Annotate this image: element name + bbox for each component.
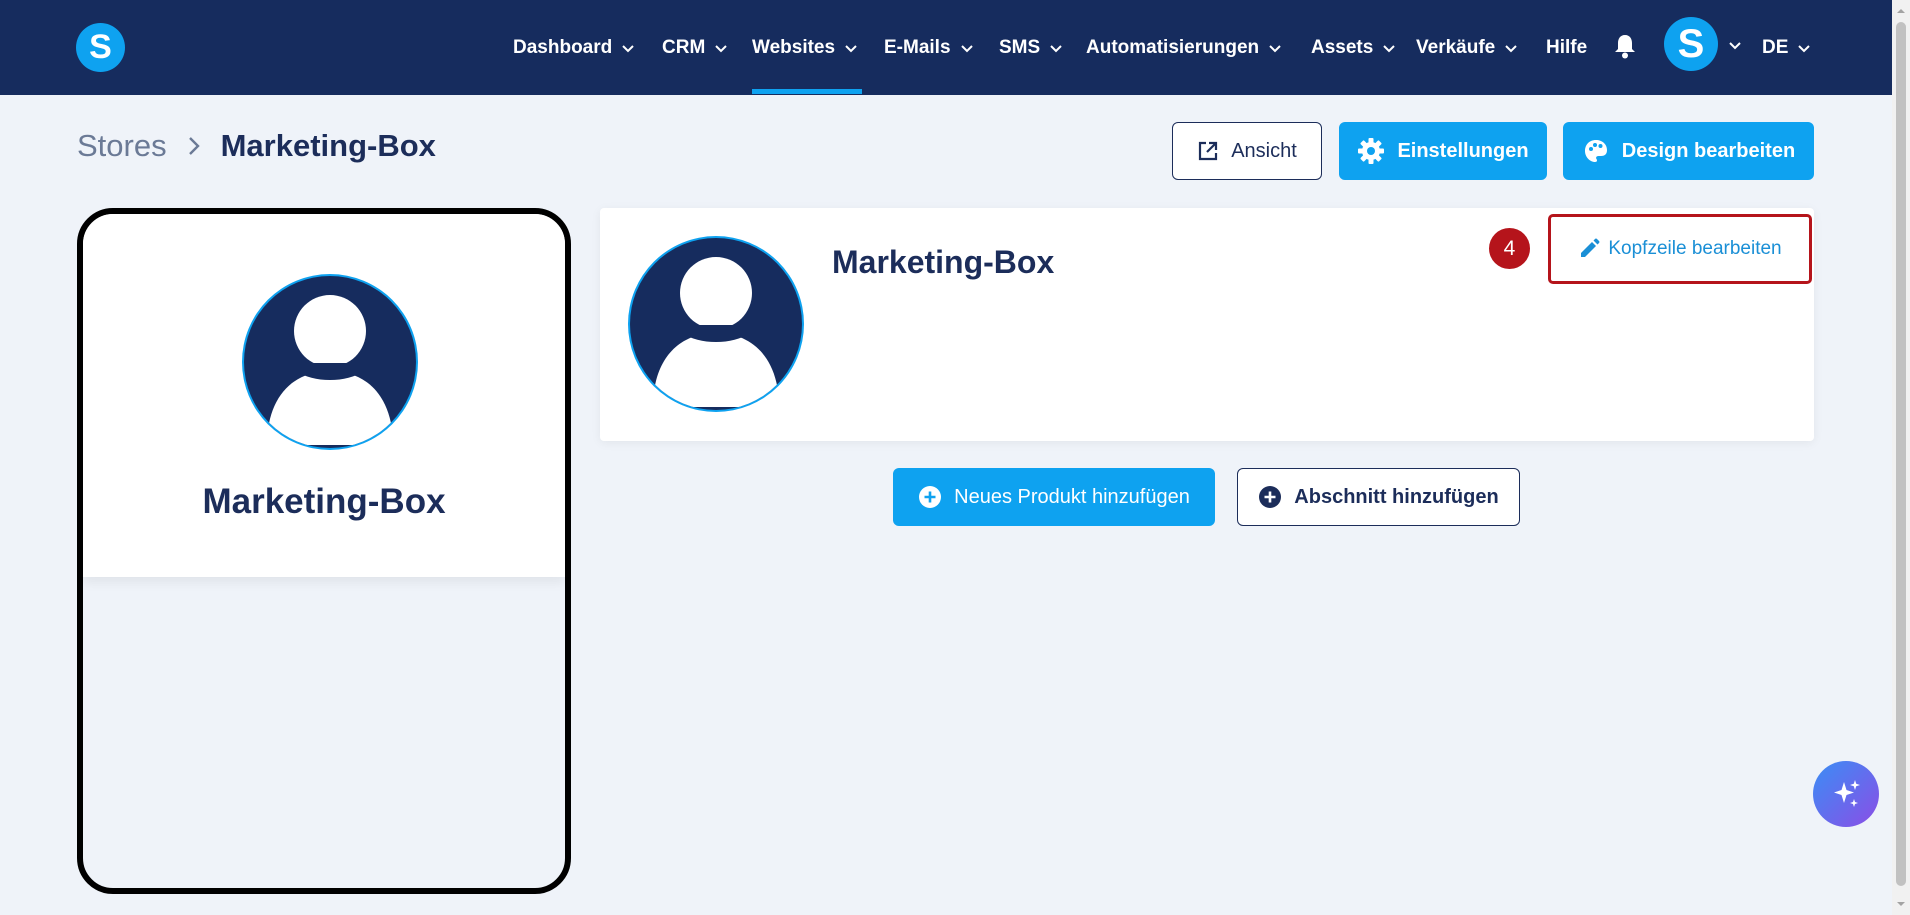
chevron-down-icon	[1050, 44, 1062, 52]
plus-circle-icon	[1259, 486, 1282, 508]
chevron-down-icon	[960, 44, 973, 52]
add-product-button-label: Neues Produkt hinzufügen	[954, 485, 1190, 508]
add-section-button[interactable]: Abschnitt hinzufügen	[1237, 468, 1520, 526]
mobile-preview-frame: Marketing-Box	[77, 208, 571, 894]
chevron-down-icon	[715, 44, 727, 52]
nav-item-emails[interactable]: E-Mails	[884, 0, 974, 95]
nav-item-crm[interactable]: CRM	[662, 0, 728, 95]
bell-icon[interactable]	[1613, 33, 1637, 59]
gear-icon	[1358, 138, 1385, 164]
sparkles-icon	[1834, 780, 1860, 807]
nav-item-verkaeufe[interactable]: Verkäufe	[1416, 0, 1518, 95]
store-title: Marketing-Box	[832, 244, 1055, 280]
scroll-up-arrow-icon[interactable]	[1896, 6, 1906, 16]
chevron-down-icon	[845, 44, 857, 52]
language-selector[interactable]: DE	[1762, 0, 1811, 95]
nav-item-label: Websites	[752, 36, 836, 58]
breadcrumb-parent-link[interactable]: Stores	[77, 128, 167, 164]
nav-item-hilfe[interactable]: Hilfe	[1546, 0, 1587, 95]
mobile-preview-header: Marketing-Box	[83, 214, 565, 577]
view-button-label: Ansicht	[1231, 139, 1297, 162]
store-header-card: Marketing-Box 4 Kopfzeile bearbeiten	[600, 208, 1814, 441]
breadcrumb-current: Marketing-Box	[220, 128, 436, 163]
chevron-down-icon	[622, 44, 634, 52]
nav-item-label: Verkäufe	[1416, 36, 1496, 58]
chevron-down-icon[interactable]	[1728, 38, 1742, 52]
nav-item-label: Hilfe	[1546, 36, 1588, 58]
step-badge: 4	[1489, 228, 1530, 269]
nav-item-automatisierungen[interactable]: Automatisierungen	[1086, 0, 1282, 95]
nav-item-label: E-Mails	[884, 36, 951, 58]
nav-item-label: Assets	[1311, 36, 1374, 58]
nav-item-sms[interactable]: SMS	[999, 0, 1063, 95]
edit-header-button[interactable]: Kopfzeile bearbeiten	[1548, 214, 1812, 284]
add-section-button-label: Abschnitt hinzufügen	[1294, 485, 1499, 508]
breadcrumb: Stores Marketing-Box	[77, 128, 436, 164]
user-avatar[interactable]: S	[1664, 17, 1718, 71]
chevron-down-icon	[1798, 44, 1811, 52]
scroll-down-arrow-icon[interactable]	[1896, 899, 1906, 909]
edit-header-button-label: Kopfzeile bearbeiten	[1608, 238, 1782, 259]
active-nav-indicator	[752, 89, 862, 94]
nav-item-label: SMS	[999, 36, 1041, 58]
edit-design-button-label: Design bearbeiten	[1621, 139, 1796, 162]
edit-design-button[interactable]: Design bearbeiten	[1563, 122, 1814, 180]
nav-item-dashboard[interactable]: Dashboard	[513, 0, 635, 95]
store-avatar-icon	[242, 274, 418, 450]
view-button[interactable]: Ansicht	[1172, 122, 1322, 180]
page-scrollbar[interactable]	[1892, 0, 1910, 915]
scrollbar-thumb[interactable]	[1896, 22, 1906, 886]
settings-button[interactable]: Einstellungen	[1339, 122, 1547, 180]
top-navigation-bar: S Dashboard CRM Websites E-Mails SMS Aut…	[0, 0, 1892, 95]
nav-item-label: CRM	[662, 36, 706, 58]
plus-circle-icon	[919, 486, 942, 508]
palette-icon	[1584, 140, 1607, 162]
ai-assistant-button[interactable]	[1813, 761, 1879, 827]
chevron-down-icon	[1505, 44, 1517, 52]
external-link-icon	[1199, 141, 1218, 161]
preview-store-title: Marketing-Box	[202, 482, 446, 521]
nav-item-assets[interactable]: Assets	[1311, 0, 1396, 95]
settings-button-label: Einstellungen	[1397, 139, 1529, 162]
app-logo[interactable]: S	[76, 23, 125, 72]
nav-item-label: Automatisierungen	[1086, 36, 1260, 58]
nav-item-websites[interactable]: Websites	[752, 0, 858, 95]
pencil-icon	[1581, 238, 1600, 257]
add-product-button[interactable]: Neues Produkt hinzufügen	[893, 468, 1215, 526]
language-label: DE	[1762, 36, 1789, 58]
nav-item-label: Dashboard	[513, 36, 613, 58]
chevron-down-icon	[1383, 44, 1396, 52]
store-avatar-icon	[628, 236, 804, 412]
chevron-down-icon	[1269, 44, 1281, 52]
chevron-right-icon	[188, 137, 200, 155]
